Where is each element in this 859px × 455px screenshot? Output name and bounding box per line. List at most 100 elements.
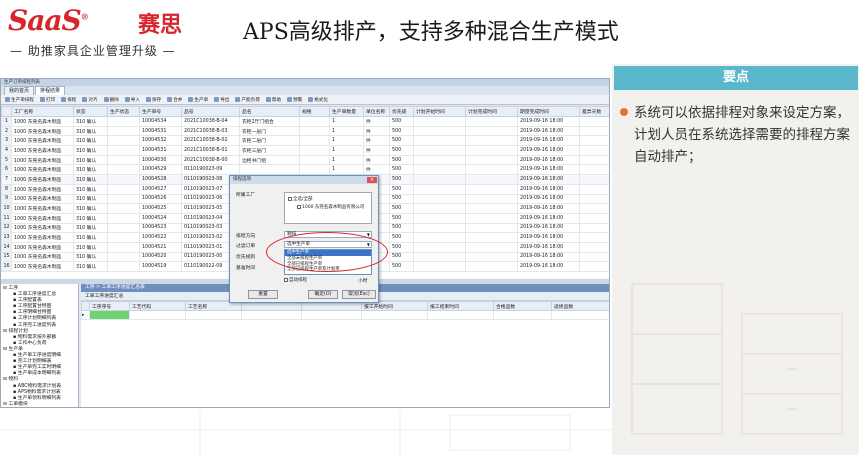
row-number: 9	[1, 193, 12, 205]
grid-cell	[107, 203, 140, 214]
column-header[interactable]: 合格品数	[493, 301, 552, 311]
tree-label: 物料需求按外部群	[17, 334, 57, 340]
column-header[interactable]: 报工结束时间	[427, 301, 494, 311]
column-header[interactable]: 工艺代码	[129, 301, 186, 311]
column-header[interactable]: 品号	[181, 106, 240, 117]
grid-cell: 2019-09-16 18:00	[517, 125, 580, 137]
column-header[interactable]: 生产状态	[107, 106, 140, 117]
toolbar-button[interactable]: 导出	[214, 97, 229, 103]
column-header[interactable]: 期望完成时间	[517, 106, 580, 117]
column-header[interactable]: 计划开始时间	[413, 106, 466, 117]
factory-checkbox[interactable]: 1000 东莞名森木制品有限公司	[297, 204, 364, 210]
grid-cell: 1000 东莞名森木制品	[11, 203, 74, 214]
column-header[interactable]	[81, 301, 90, 311]
toolbar-button[interactable]: 预警	[287, 97, 302, 103]
grid-cell: 1000 东莞名森木制品	[11, 116, 74, 127]
column-header[interactable]: 品名	[239, 106, 300, 117]
toolbar-button[interactable]: 生产单排程	[5, 97, 34, 103]
grid-cell	[299, 154, 330, 166]
grid-cell	[107, 251, 140, 263]
key-points-text: 系统可以依据排程对象来设定方案，计划人员在系统选择需要的排程方案自动排产；	[634, 105, 850, 165]
tree-label: 完工计划明细表	[17, 359, 52, 365]
grid-cell	[107, 174, 140, 185]
reset-button[interactable]: 重置	[248, 290, 278, 299]
logo-mark: SaaS®	[8, 4, 89, 37]
grid-cell	[413, 174, 466, 185]
column-header[interactable]	[1, 106, 12, 117]
grid-cell: 衣柜三层门	[239, 145, 300, 156]
toolbar-button[interactable]: 生产单	[188, 97, 208, 103]
factory-tree[interactable]: 全选/全部 1000 东莞名森木制品有限公司	[284, 192, 372, 224]
toolbar-button[interactable]: 产能负荷	[235, 97, 259, 103]
row-number: 2	[1, 125, 12, 137]
select-all-checkbox[interactable]: 全选/全部	[288, 196, 313, 202]
table-row[interactable]: 5 1000 东莞名森木制品 310 确认 10004530 2021C10038-B-…	[1, 154, 609, 166]
toolbar-button[interactable]: 帮助	[266, 97, 281, 103]
table-row[interactable]: 6 1000 东莞名森木制品 310 确认 10004529 0110190023-09…	[1, 164, 609, 176]
slide-title: APS高级排产，支持多种混合生产模式	[243, 20, 619, 45]
background-sketch-icon	[0, 410, 612, 455]
auto-schedule-checkbox[interactable]: 自动排程	[284, 277, 307, 283]
toolbar-button[interactable]: 合并	[167, 97, 182, 103]
grid-cell: 500	[389, 174, 414, 185]
tree-label: 生产单领料明细列表	[17, 395, 61, 401]
column-header[interactable]: 工厂名称	[11, 106, 74, 117]
column-header[interactable]: 规格	[299, 106, 330, 117]
key-points-panel: 要点 系统可以依据排程对象来设定方案，计划人员在系统选择需要的排程方案自动排产；	[612, 64, 859, 455]
grid-cell: 310 确认	[73, 222, 108, 234]
tree-label: 工序计划明细列表	[17, 316, 57, 322]
table-row[interactable]: 3 1000 东莞名森木制品 310 确认 10004532 2021C10038-B-…	[1, 135, 609, 147]
column-header[interactable]: 返修品数	[551, 301, 609, 311]
toolbar-button[interactable]: 保存	[146, 97, 161, 103]
grid-cell: 10004526	[139, 193, 182, 205]
row-number: 8	[1, 183, 12, 195]
grid-cell	[107, 193, 140, 205]
grid-cell: 10004529	[139, 164, 182, 176]
grid-cell: 衣柜二层门	[239, 135, 300, 147]
toolbar-button[interactable]: 对齐	[82, 97, 97, 103]
toolbar-button[interactable]: 排程	[61, 97, 76, 103]
ok-button[interactable]: 确定(O)	[308, 290, 338, 299]
grid-cell	[107, 241, 140, 253]
column-header[interactable]: 生产单数量	[329, 106, 364, 117]
grid-cell: 1000 东莞名森木制品	[11, 125, 74, 137]
toolbar-button[interactable]: 导入	[125, 97, 140, 103]
column-header[interactable]: 状态	[73, 106, 108, 117]
tab-schedule-result[interactable]: 排程结果	[35, 86, 66, 95]
close-button[interactable]: ×	[367, 177, 377, 183]
grid-cell: 500	[389, 154, 414, 166]
grid-cell	[413, 241, 466, 253]
toolbar-button[interactable]: 格式化	[308, 97, 328, 103]
grid-header: 工厂名称 状态 生产状态 生产单号 品号 品名 规格 生产单数量 单位名称 优先级 计划开始时间 计划…	[1, 106, 609, 117]
grid-cell: 310 确认	[73, 212, 108, 224]
grid-cell	[579, 251, 609, 263]
column-header[interactable]: 差异天数	[579, 106, 609, 117]
column-header[interactable]: 生产单号	[139, 106, 182, 117]
grid-cell	[427, 310, 494, 320]
grid-cell: 10004521	[139, 241, 182, 253]
toolbar-button[interactable]: 删除	[104, 97, 119, 103]
factory-label: 所属工厂	[236, 193, 256, 198]
grid-cell	[107, 145, 140, 156]
table-row[interactable]: 4 1000 东莞名森木制品 310 确认 10004531 2021C10038-B-…	[1, 145, 609, 156]
grid-cell	[551, 310, 609, 320]
grid-cell	[299, 135, 330, 147]
toolbar-button[interactable]: 打印	[40, 97, 55, 103]
bottom-grid-row[interactable]: ▸	[81, 310, 609, 320]
column-header[interactable]: 计划完成时间	[465, 106, 518, 117]
table-row[interactable]: 2 1000 东莞名森木制品 310 确认 10004531 2021C10038-B-…	[1, 125, 609, 137]
grid-cell: 1000 东莞名森木制品	[11, 154, 74, 166]
tab-home[interactable]: 我的首页	[4, 86, 35, 95]
grid-cell: 2019-09-16 18:00	[517, 212, 580, 224]
column-header[interactable]: 工序序号	[89, 301, 130, 311]
grid-cell: 500	[389, 125, 414, 137]
grid-cell: 500	[389, 261, 414, 272]
column-header[interactable]: 优先级	[389, 106, 414, 117]
row-number: 12	[1, 222, 12, 234]
grid-cell	[493, 310, 552, 320]
grid-cell: 1	[329, 154, 364, 166]
column-header[interactable]: 单位名称	[363, 106, 390, 117]
table-row[interactable]: 1 1000 东莞名森木制品 310 确认 10004534 2021C10038-B-…	[1, 116, 609, 127]
tree-label: 生产单	[8, 346, 23, 352]
cancel-button[interactable]: 取消(Esc)	[342, 290, 376, 299]
